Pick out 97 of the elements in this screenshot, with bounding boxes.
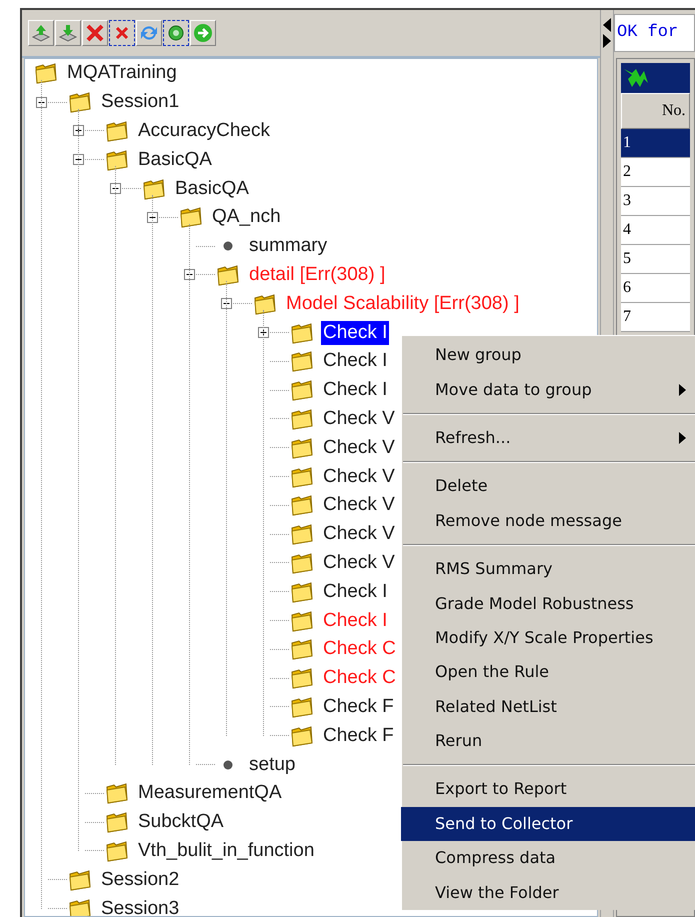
tree-item[interactable]: MeasurementQA bbox=[136, 781, 284, 806]
menu-item[interactable]: Refresh... bbox=[401, 420, 695, 456]
menu-item[interactable]: Rerun bbox=[401, 724, 695, 758]
folder-icon bbox=[67, 896, 93, 916]
folder-icon bbox=[289, 378, 315, 402]
menu-item[interactable]: Related NetList bbox=[401, 690, 695, 724]
menu-item[interactable]: Grade Model Robustness bbox=[401, 586, 695, 621]
tree-item[interactable]: Session3 bbox=[99, 896, 182, 916]
tree-item[interactable]: Check V bbox=[321, 406, 397, 431]
tree-item[interactable]: Check I bbox=[321, 580, 390, 604]
folder-icon bbox=[33, 61, 59, 86]
collapse-icon[interactable] bbox=[146, 212, 158, 223]
refresh-icon[interactable] bbox=[136, 20, 162, 46]
tree-item[interactable]: SubcktQA bbox=[136, 810, 226, 834]
folder-icon bbox=[104, 118, 130, 143]
tree-item[interactable]: Check C bbox=[321, 666, 398, 690]
menu-item[interactable]: Delete bbox=[401, 469, 695, 504]
tree-item[interactable]: Vth_bulit_in_function bbox=[136, 838, 316, 863]
collapse-icon[interactable] bbox=[110, 183, 120, 194]
download-icon[interactable] bbox=[55, 20, 81, 46]
bullet-icon bbox=[223, 760, 233, 770]
tree-item[interactable]: Check C bbox=[321, 637, 398, 662]
tree-item[interactable]: detail [Err(308) ] bbox=[247, 262, 388, 287]
collapse-icon[interactable] bbox=[72, 154, 84, 166]
column-header[interactable]: No. bbox=[621, 93, 690, 129]
menu-item[interactable]: Remove node message bbox=[401, 504, 695, 538]
folder-icon bbox=[289, 550, 315, 575]
expand-right-icon[interactable] bbox=[603, 34, 611, 48]
tree-item[interactable]: AccuracyCheck bbox=[136, 118, 272, 143]
folder-icon bbox=[104, 810, 130, 834]
tree-item[interactable]: Check V bbox=[321, 493, 397, 518]
folder-icon bbox=[289, 436, 315, 460]
tree-item[interactable]: Check F bbox=[321, 694, 396, 719]
tree-item[interactable]: summary bbox=[247, 234, 330, 258]
folder-icon bbox=[289, 666, 315, 690]
folder-icon bbox=[289, 580, 315, 604]
folder-icon bbox=[289, 320, 315, 345]
message-field: OK for bbox=[614, 14, 695, 52]
tree-item[interactable]: Check I bbox=[321, 320, 390, 345]
submenu-arrow-icon bbox=[679, 432, 686, 444]
bullet-icon bbox=[223, 241, 233, 252]
menu-item[interactable]: Send to Collector bbox=[401, 806, 695, 842]
tree-item[interactable]: Check V bbox=[321, 522, 397, 546]
submenu-arrow-icon bbox=[679, 384, 686, 396]
folder-icon bbox=[289, 406, 315, 431]
arrow-right-icon[interactable] bbox=[190, 20, 216, 46]
tree-item[interactable]: setup bbox=[247, 752, 298, 777]
tree-item[interactable]: Check F bbox=[321, 724, 396, 748]
expand-icon[interactable] bbox=[258, 327, 268, 338]
menu-item[interactable]: Open the Rule bbox=[401, 655, 695, 690]
folder-icon bbox=[252, 292, 278, 316]
collapse-icon[interactable] bbox=[36, 96, 46, 108]
expand-icon[interactable] bbox=[72, 125, 84, 136]
folder-icon bbox=[104, 781, 130, 806]
folder-icon bbox=[289, 349, 315, 374]
collapse-left-icon[interactable] bbox=[603, 18, 611, 32]
folder-icon bbox=[178, 205, 204, 230]
folder-icon bbox=[67, 868, 93, 892]
tree-item[interactable]: Model Scalability [Err(308) ] bbox=[284, 292, 522, 316]
menu-item[interactable]: RMS Summary bbox=[401, 552, 695, 586]
folder-icon bbox=[289, 724, 315, 748]
close-icon[interactable] bbox=[109, 20, 135, 46]
folder-icon bbox=[104, 838, 130, 863]
collapse-icon[interactable] bbox=[184, 269, 194, 280]
folder-icon bbox=[104, 148, 130, 172]
tree-item[interactable]: Check I bbox=[321, 349, 390, 374]
menu-item[interactable]: Move data to group bbox=[401, 372, 695, 407]
menu-item[interactable]: Modify X/Y Scale Properties bbox=[401, 620, 695, 656]
tree-item[interactable]: MQATraining bbox=[65, 61, 179, 86]
tree-item[interactable]: BasicQA bbox=[136, 148, 214, 172]
tree-item[interactable]: Check V bbox=[321, 550, 397, 575]
tree-item[interactable]: Session2 bbox=[99, 868, 182, 892]
tree-item[interactable]: Check V bbox=[321, 464, 397, 489]
menu-item[interactable]: New group bbox=[401, 338, 695, 372]
tree-item[interactable]: Check V bbox=[321, 436, 397, 460]
folder-icon bbox=[141, 176, 167, 201]
folder-icon bbox=[289, 522, 315, 546]
menu-item[interactable]: View the Folder bbox=[401, 875, 695, 910]
logo-icon bbox=[624, 67, 648, 89]
menu-item[interactable]: Compress data bbox=[401, 841, 695, 876]
tree-item[interactable]: Check I bbox=[321, 608, 390, 633]
tree-item[interactable]: Check I bbox=[321, 378, 390, 402]
menu-item[interactable]: Export to Report bbox=[401, 772, 695, 807]
upload-icon[interactable] bbox=[28, 20, 54, 46]
table-row[interactable]: 1 bbox=[621, 129, 690, 158]
folder-icon bbox=[289, 493, 315, 518]
tree-item[interactable]: QA_nch bbox=[210, 205, 283, 230]
tree-item[interactable]: BasicQA bbox=[173, 176, 251, 201]
folder-icon bbox=[67, 90, 93, 114]
folder-icon bbox=[289, 637, 315, 662]
folder-icon bbox=[289, 608, 315, 633]
delete-icon[interactable] bbox=[82, 20, 108, 46]
folder-icon bbox=[289, 464, 315, 489]
tree-item[interactable]: Session1 bbox=[99, 90, 182, 114]
collapse-icon[interactable] bbox=[220, 298, 232, 310]
folder-icon bbox=[215, 262, 241, 287]
folder-icon bbox=[289, 694, 315, 719]
